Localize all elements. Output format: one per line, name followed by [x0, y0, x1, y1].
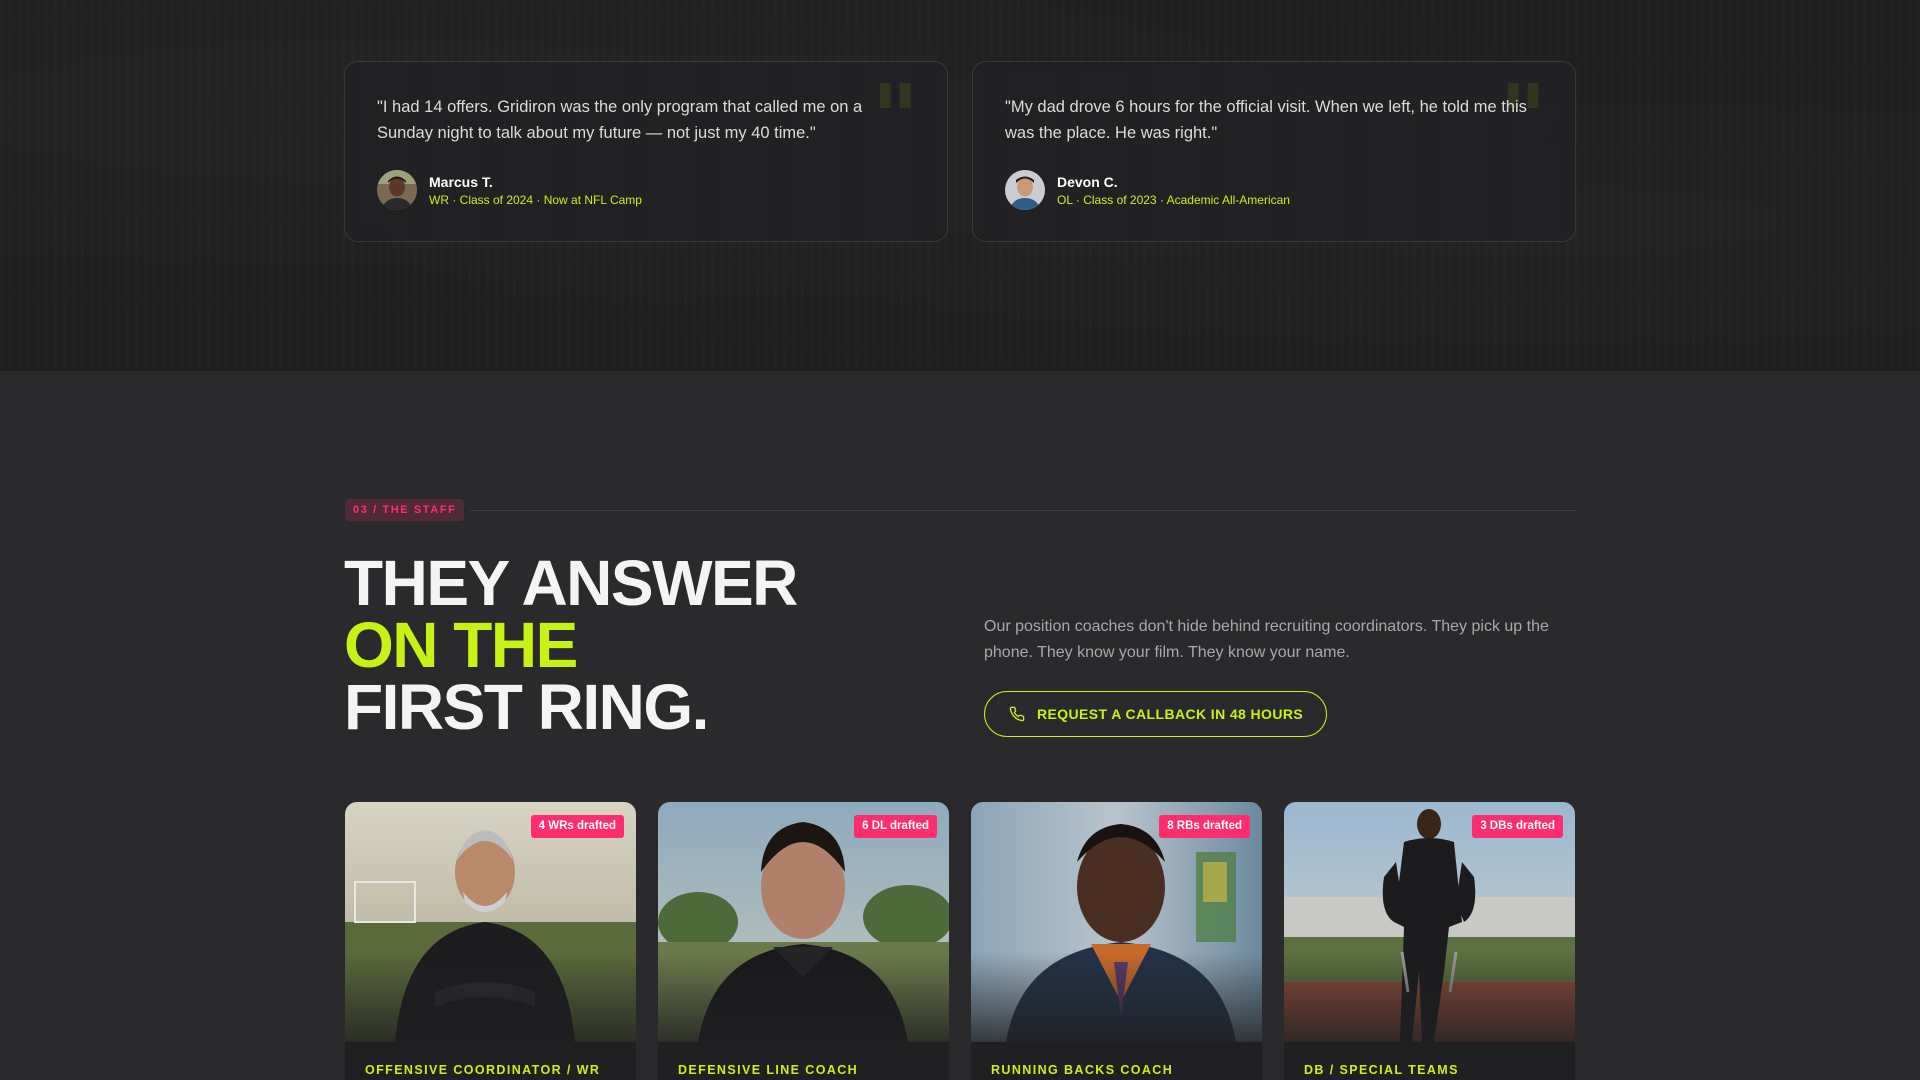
- phone-icon: [1009, 706, 1025, 722]
- testimonial-quote: "I had 14 offers. Gridiron was the only …: [377, 98, 863, 142]
- author-name: Devon C.: [1057, 174, 1118, 190]
- status-badge: 8 RBs drafted: [1159, 815, 1250, 838]
- coach-card[interactable]: 3 DBs drafted DB / SPECIAL TEAMS: [1284, 802, 1575, 1080]
- coach-role: RUNNING BACKS COACH: [991, 1063, 1174, 1077]
- status-badge: 6 DL drafted: [854, 815, 937, 838]
- request-callback-label: REQUEST A CALLBACK IN 48 HOURS: [1037, 706, 1304, 722]
- testimonial-card: " "I had 14 offers. Gridiron was the onl…: [344, 61, 948, 242]
- headline-line: THEY ANSWER: [344, 547, 798, 619]
- section-intro: Our position coaches don't hide behind r…: [984, 618, 1549, 661]
- author-name: Marcus T.: [429, 174, 493, 190]
- request-callback-button[interactable]: REQUEST A CALLBACK IN 48 HOURS: [984, 691, 1327, 737]
- author-meta: WR · Class of 2024 · Now at NFL Camp: [429, 193, 642, 207]
- author-meta: OL · Class of 2023 · Academic All-Americ…: [1057, 193, 1290, 207]
- coach-card[interactable]: 6 DL drafted DEFENSIVE LINE COACH: [658, 802, 949, 1080]
- coach-role: OFFENSIVE COORDINATOR / WR: [365, 1063, 601, 1077]
- testimonials-section: " "I had 14 offers. Gridiron was the onl…: [0, 0, 1920, 371]
- testimonial-card: " "My dad drove 6 hours for the official…: [972, 61, 1576, 242]
- coach-card[interactable]: 8 RBs drafted RUNNING BACKS COACH: [971, 802, 1262, 1080]
- testimonial-quote: "My dad drove 6 hours for the official v…: [1005, 98, 1527, 142]
- section-eyebrow: 03 / THE STAFF: [345, 499, 465, 521]
- coach-role: DEFENSIVE LINE COACH: [678, 1063, 859, 1077]
- headline-accent-line: ON THE: [344, 609, 578, 681]
- section-headline: THEY ANSWER ON THE FIRST RING.: [344, 547, 798, 743]
- status-badge: 4 WRs drafted: [530, 815, 624, 838]
- coach-role: DB / SPECIAL TEAMS: [1304, 1063, 1459, 1077]
- status-badge: 3 DBs drafted: [1472, 815, 1563, 838]
- coach-card[interactable]: 4 WRs drafted OFFENSIVE COORDINATOR / WR: [345, 802, 636, 1080]
- avatar: [1005, 170, 1045, 210]
- avatar: [377, 170, 417, 210]
- headline-line: FIRST RING.: [344, 671, 709, 743]
- divider: [470, 510, 1576, 511]
